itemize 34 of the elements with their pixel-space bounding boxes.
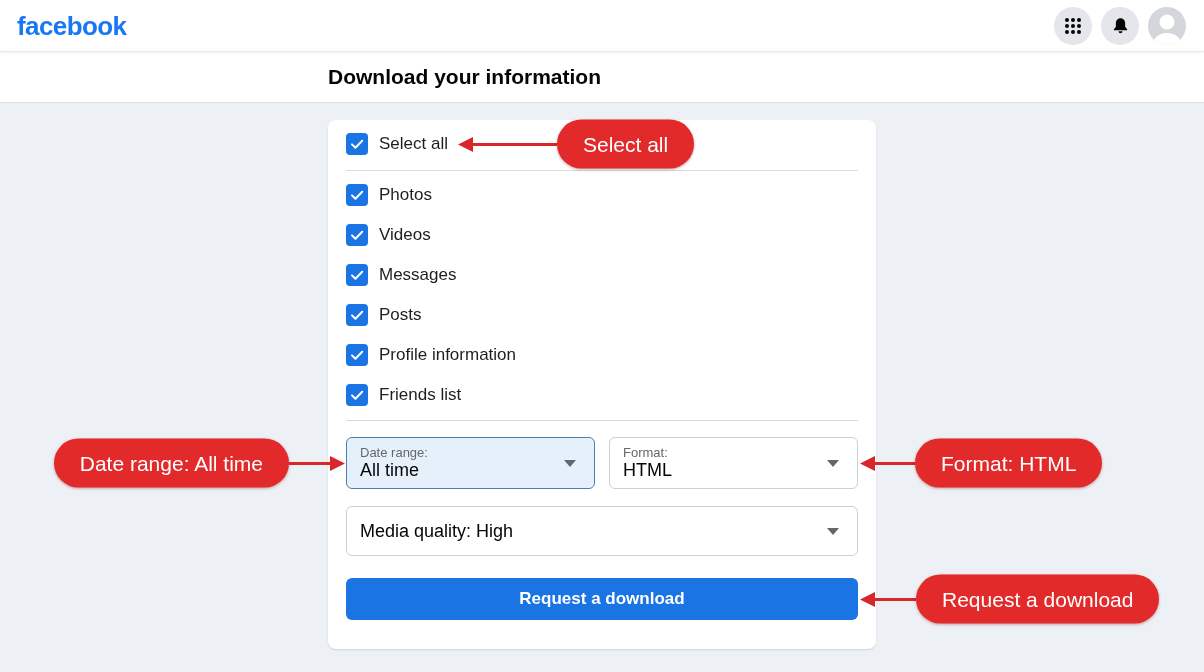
checkbox-label: Posts <box>379 305 422 325</box>
checkbox-label: Videos <box>379 225 431 245</box>
caret-icon <box>827 459 839 467</box>
media-quality-select[interactable]: Media quality: High <box>346 506 858 556</box>
format-select[interactable]: Format: HTML <box>609 437 858 489</box>
checkbox[interactable] <box>346 184 368 206</box>
caret-icon <box>827 527 839 535</box>
checkbox-label: Messages <box>379 265 457 285</box>
callout-arrow <box>289 453 345 473</box>
checkbox-label: Friends list <box>379 385 462 405</box>
checkbox[interactable] <box>346 264 368 286</box>
callout-label: Format: HTML <box>915 438 1103 488</box>
checkbox[interactable] <box>346 133 368 155</box>
callout-label: Request a download <box>916 574 1160 624</box>
grid-icon <box>1065 17 1081 34</box>
checkbox[interactable] <box>346 224 368 246</box>
checkbox-label: Select all <box>379 134 448 154</box>
callout-label: Select all <box>557 119 695 169</box>
checkbox[interactable] <box>346 344 368 366</box>
date-range-select[interactable]: Date range: All time <box>346 437 595 489</box>
checkbox-label: Profile information <box>379 345 516 365</box>
notifications-button[interactable] <box>1101 6 1139 45</box>
checkbox[interactable] <box>346 304 368 326</box>
callout-label: Date range: All time <box>53 438 289 488</box>
apps-button[interactable] <box>1054 6 1092 45</box>
bell-icon <box>1112 17 1128 34</box>
caret-icon <box>564 459 576 467</box>
checkbox[interactable] <box>346 384 368 406</box>
logo[interactable]: facebook <box>17 12 127 39</box>
callout-arrow <box>860 453 915 473</box>
page-title: Download your information <box>328 64 601 90</box>
request-download-button[interactable]: Request a download <box>346 578 858 620</box>
checkbox-label: Photos <box>379 185 432 205</box>
callout-arrow <box>860 589 916 609</box>
